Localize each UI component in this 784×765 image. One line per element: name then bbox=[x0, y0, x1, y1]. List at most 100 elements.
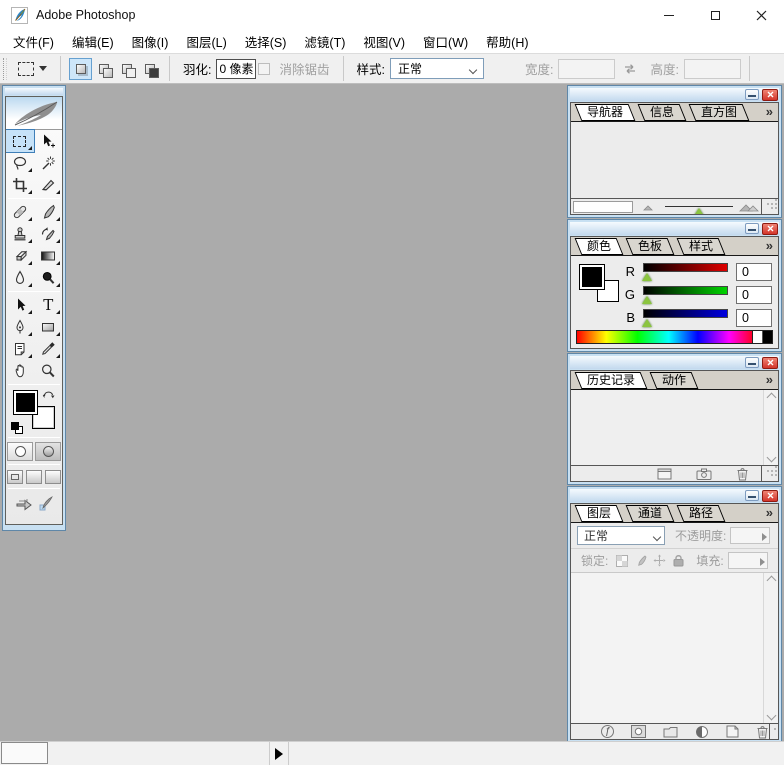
fill-arrow-icon[interactable] bbox=[759, 558, 765, 566]
scroll-up-icon[interactable] bbox=[766, 392, 776, 403]
tool-lasso[interactable] bbox=[6, 152, 34, 174]
new-selection-button[interactable] bbox=[69, 57, 92, 80]
status-menu-button[interactable] bbox=[270, 742, 289, 765]
color-titlebar[interactable] bbox=[570, 222, 779, 235]
standard-screen-mode-button[interactable] bbox=[7, 469, 23, 484]
blue-slider[interactable] bbox=[643, 309, 728, 318]
tool-clone-stamp[interactable] bbox=[6, 223, 34, 245]
tool-healing-brush[interactable] bbox=[6, 201, 34, 223]
history-scrollbar[interactable] bbox=[763, 390, 778, 465]
blue-slider-thumb[interactable] bbox=[642, 319, 652, 327]
lock-transparency-button[interactable] bbox=[614, 553, 629, 568]
navigator-zoom-slider[interactable] bbox=[665, 206, 733, 214]
tool-path-selection[interactable] bbox=[6, 294, 34, 316]
tool-slice[interactable] bbox=[35, 174, 63, 196]
green-slider[interactable] bbox=[643, 286, 728, 295]
width-input[interactable] bbox=[558, 58, 616, 79]
tool-crop[interactable] bbox=[6, 174, 34, 196]
antialias-checkbox[interactable] bbox=[258, 62, 271, 75]
menu-help[interactable]: 帮助(H) bbox=[477, 30, 537, 53]
tool-notes[interactable] bbox=[6, 338, 34, 360]
tab-swatches[interactable]: 色板 bbox=[625, 238, 675, 255]
layers-titlebar[interactable] bbox=[570, 489, 779, 502]
red-value-input[interactable]: 0 bbox=[736, 262, 772, 281]
menu-layer[interactable]: 图层(L) bbox=[177, 30, 235, 53]
panel-menu-button[interactable]: » bbox=[766, 104, 773, 119]
minimize-icon[interactable] bbox=[745, 89, 759, 100]
tool-rectangular-marquee[interactable] bbox=[6, 129, 35, 153]
minimize-icon[interactable] bbox=[745, 357, 759, 368]
intersect-selection-button[interactable] bbox=[139, 59, 160, 79]
scroll-up-icon[interactable] bbox=[766, 575, 776, 586]
default-colors-icon[interactable] bbox=[11, 422, 25, 434]
menu-select[interactable]: 选择(S) bbox=[236, 30, 296, 53]
green-slider-thumb[interactable] bbox=[642, 296, 652, 304]
jump-to-imageready-button[interactable] bbox=[11, 493, 57, 513]
tool-dodge[interactable] bbox=[35, 267, 63, 289]
scroll-down-icon[interactable] bbox=[766, 710, 776, 721]
options-bar-grip[interactable] bbox=[3, 57, 7, 80]
foreground-color-swatch[interactable] bbox=[579, 264, 605, 290]
tool-gradient[interactable] bbox=[35, 245, 63, 267]
document-info-area[interactable] bbox=[48, 742, 270, 765]
menu-window[interactable]: 窗口(W) bbox=[414, 30, 477, 53]
toolbox-titlebar[interactable] bbox=[5, 88, 63, 95]
zoom-out-icon[interactable] bbox=[643, 202, 659, 212]
red-slider-thumb[interactable] bbox=[642, 273, 652, 281]
menu-image[interactable]: 图像(I) bbox=[123, 30, 178, 53]
menu-filter[interactable]: 滤镜(T) bbox=[295, 30, 354, 53]
lock-all-button[interactable] bbox=[671, 553, 686, 568]
minimize-icon[interactable] bbox=[745, 490, 759, 501]
tool-move[interactable] bbox=[35, 130, 63, 152]
lock-position-button[interactable] bbox=[652, 553, 667, 568]
tab-navigator[interactable]: 导航器 bbox=[574, 104, 636, 121]
close-icon[interactable] bbox=[762, 222, 778, 235]
blue-value-input[interactable]: 0 bbox=[736, 308, 772, 327]
menu-edit[interactable]: 编辑(E) bbox=[63, 30, 123, 53]
tab-styles[interactable]: 样式 bbox=[676, 238, 726, 255]
panel-menu-button[interactable]: » bbox=[766, 505, 773, 520]
add-to-selection-button[interactable] bbox=[93, 59, 114, 79]
fill-input[interactable] bbox=[727, 552, 768, 569]
fullscreen-mode-button[interactable] bbox=[45, 469, 61, 484]
tab-actions[interactable]: 动作 bbox=[649, 372, 699, 389]
resize-grip[interactable] bbox=[766, 469, 778, 479]
menu-file[interactable]: 文件(F) bbox=[4, 30, 63, 53]
tool-zoom[interactable] bbox=[35, 360, 63, 382]
tab-info[interactable]: 信息 bbox=[637, 104, 687, 121]
style-select[interactable]: 正常 bbox=[389, 58, 484, 79]
close-icon[interactable] bbox=[762, 489, 778, 502]
delete-layer-trash-button[interactable] bbox=[756, 725, 769, 739]
menu-view[interactable]: 视图(V) bbox=[354, 30, 414, 53]
add-layer-mask-button[interactable] bbox=[631, 725, 646, 738]
new-layer-button[interactable] bbox=[726, 725, 739, 738]
white-swatch[interactable] bbox=[752, 331, 762, 343]
tool-eraser[interactable] bbox=[6, 245, 34, 267]
maximize-button[interactable] bbox=[692, 0, 738, 30]
adjustment-layer-button[interactable] bbox=[695, 725, 709, 739]
subtract-from-selection-button[interactable] bbox=[116, 59, 137, 79]
lock-pixels-brush-button[interactable] bbox=[633, 553, 648, 568]
feather-input[interactable]: 0 像素 bbox=[216, 58, 257, 79]
tool-magic-wand[interactable] bbox=[35, 152, 63, 174]
new-group-folder-button[interactable] bbox=[663, 726, 678, 738]
resize-grip[interactable] bbox=[773, 727, 778, 737]
slider-thumb[interactable] bbox=[694, 208, 704, 214]
tool-hand[interactable] bbox=[6, 360, 34, 382]
close-icon[interactable] bbox=[762, 88, 778, 101]
panel-menu-button[interactable]: » bbox=[766, 372, 773, 387]
new-snapshot-camera-icon[interactable] bbox=[696, 468, 712, 480]
opacity-arrow-icon[interactable] bbox=[762, 533, 768, 541]
tool-shape[interactable] bbox=[35, 316, 63, 338]
red-slider[interactable] bbox=[643, 263, 728, 272]
history-titlebar[interactable] bbox=[570, 356, 779, 369]
close-button[interactable] bbox=[738, 0, 784, 30]
foreground-color-swatch[interactable] bbox=[13, 390, 38, 415]
tool-history-brush[interactable] bbox=[35, 223, 63, 245]
tab-histogram[interactable]: 直方图 bbox=[688, 104, 750, 121]
tool-type[interactable]: T bbox=[35, 294, 63, 316]
tab-layers[interactable]: 图层 bbox=[574, 505, 624, 522]
switch-colors-icon[interactable] bbox=[42, 388, 55, 400]
tool-eyedropper[interactable] bbox=[35, 338, 63, 360]
blend-mode-select[interactable]: 正常 bbox=[577, 526, 665, 545]
